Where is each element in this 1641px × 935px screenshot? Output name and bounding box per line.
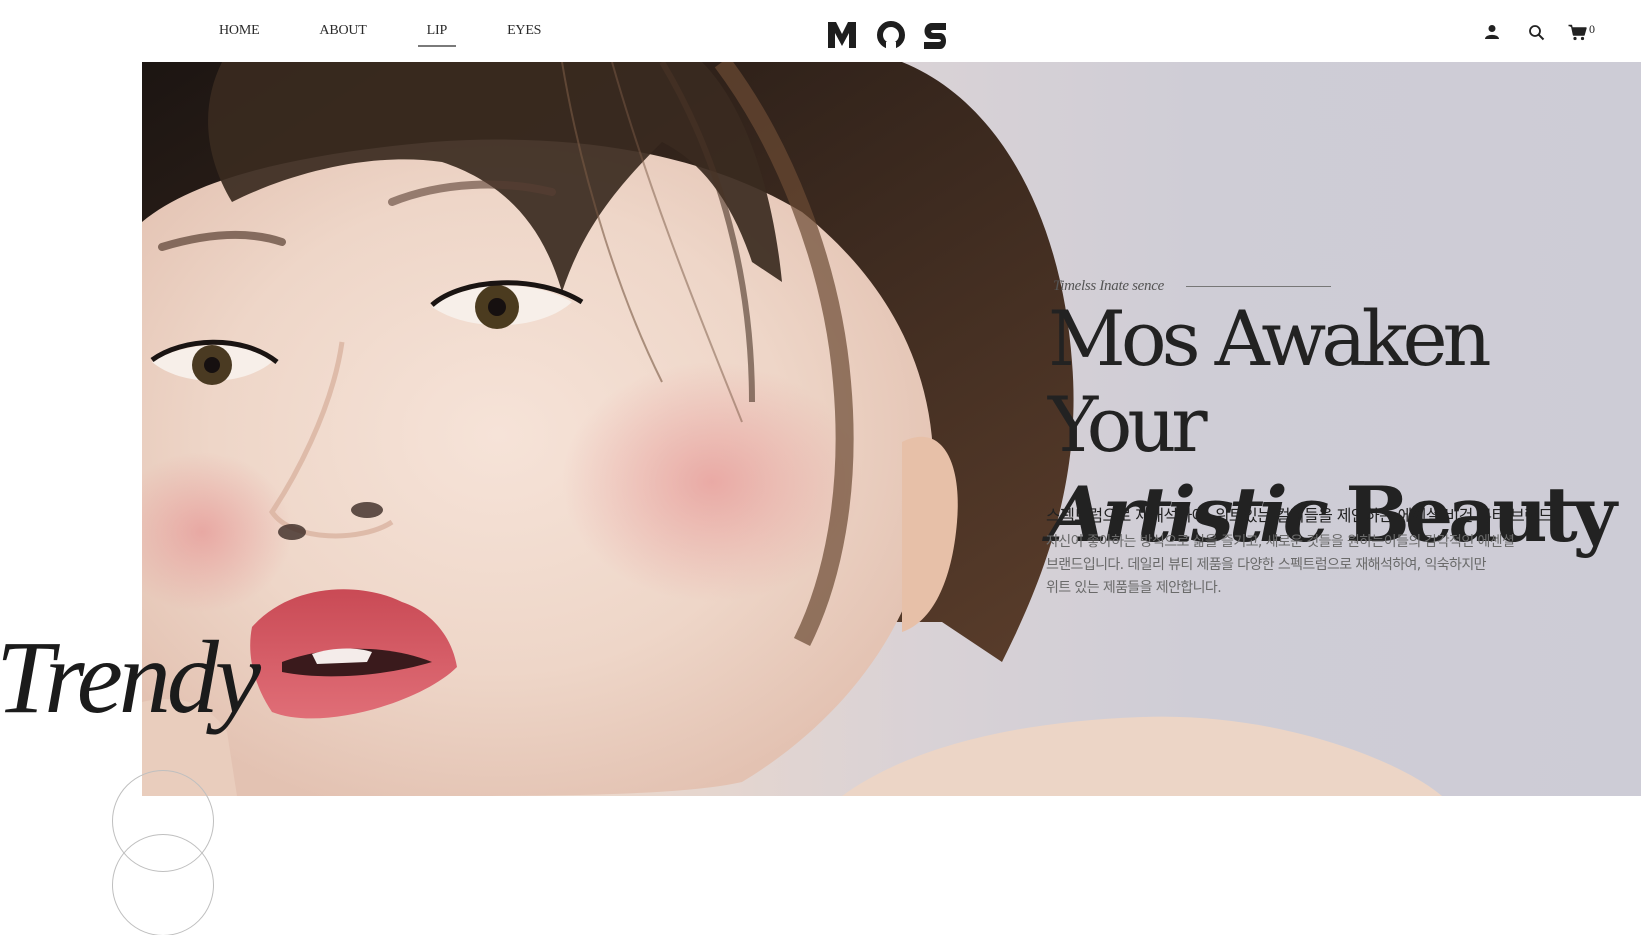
hero-subheadline: 스펙트럼으로 재해석하여, 위트있는 컬러들을 제안하는 에센셜 비건 뷰티 브… [1046, 506, 1553, 525]
hero-description: 자신이 좋아하는 방식으로 삶을 즐기고, 새로운 것들을 원하는이들의 감각적… [1046, 531, 1566, 600]
nav-item-eyes[interactable]: EYES [498, 0, 550, 62]
site-header: HOME ABOUT LIP EYES 0 [0, 0, 1641, 62]
main-nav: HOME ABOUT LIP EYES [210, 0, 592, 62]
search-icon[interactable] [1524, 20, 1548, 44]
header-utilities: 0 [1460, 20, 1595, 44]
description-line-2: 브랜드입니다. 데일리 뷰티 제품을 다양한 스펙트럼으로 재해석하여, 익숙하… [1046, 557, 1486, 573]
description-line-1: 자신이 좋아하는 방식으로 삶을 즐기고, 새로운 것들을 원하는이들의 감각적… [1046, 534, 1515, 550]
nav-item-home[interactable]: HOME [210, 0, 268, 62]
eyebrow-divider [1185, 286, 1331, 287]
cart-button[interactable]: 0 [1568, 21, 1595, 41]
cart-count-badge: 0 [1589, 21, 1595, 36]
decor-circle-bottom [112, 834, 214, 935]
nav-item-about[interactable]: ABOUT [310, 0, 375, 62]
logo-mark [828, 21, 946, 50]
cart-icon [1568, 24, 1587, 40]
hero-eyebrow: Timelss Inate sence [1053, 278, 1164, 294]
nav-item-lip[interactable]: LIP [417, 0, 457, 62]
headline-line-1: Mos Awaken Your [1048, 294, 1492, 469]
description-line-3: 위트 있는 제품들을 제안합니다. [1046, 580, 1222, 596]
brand-logo[interactable] [826, 16, 954, 52]
hero-eyebrow-row: Timelss Inate sence [1053, 278, 1331, 295]
trendy-side-word: Trendy [0, 620, 261, 735]
user-icon[interactable] [1480, 20, 1504, 44]
